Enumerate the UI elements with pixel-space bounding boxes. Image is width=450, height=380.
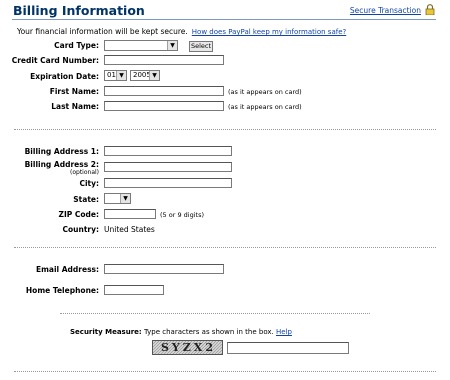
billing-address-1-label: Billing Address 1:	[24, 147, 99, 156]
first-name-label: First Name:	[49, 87, 99, 96]
state-label: State:	[73, 195, 99, 204]
home-telephone-input[interactable]	[104, 285, 164, 295]
lock-icon	[425, 4, 435, 15]
section-divider	[14, 129, 436, 130]
last-name-label: Last Name:	[51, 102, 99, 111]
last-name-input[interactable]	[104, 101, 224, 111]
zip-code-hint: (5 or 9 digits)	[160, 211, 204, 219]
card-number-input[interactable]	[104, 55, 224, 65]
zip-code-label: ZIP Code:	[58, 210, 99, 219]
security-info-link[interactable]: How does PayPal keep my information safe…	[192, 28, 346, 36]
country-value: United States	[104, 225, 155, 234]
section-divider	[14, 371, 436, 372]
city-input[interactable]	[104, 178, 232, 188]
header-divider	[12, 19, 436, 20]
first-name-hint: (as it appears on card)	[228, 88, 302, 96]
billing-address-1-input[interactable]	[104, 146, 232, 156]
country-label: Country:	[62, 225, 99, 234]
security-instructions: Type characters as shown in the box.	[143, 328, 274, 336]
city-label: City:	[79, 179, 99, 188]
section-divider	[14, 247, 436, 248]
card-type-label: Card Type:	[54, 41, 99, 50]
card-type-select[interactable]: ▼	[104, 40, 178, 51]
last-name-hint: (as it appears on card)	[228, 103, 302, 111]
home-telephone-label: Home Telephone:	[25, 286, 99, 295]
exp-month-select[interactable]: 01 ▼	[104, 70, 127, 81]
card-number-label: Credit Card Number:	[11, 56, 99, 65]
state-select[interactable]: ▼	[104, 193, 131, 204]
first-name-input[interactable]	[104, 86, 224, 96]
chevron-down-icon: ▼	[149, 71, 159, 80]
expiration-label: Expiration Date:	[30, 72, 99, 81]
optional-note: (optional)	[70, 169, 99, 176]
zip-code-input[interactable]	[104, 209, 156, 219]
section-divider	[60, 313, 370, 314]
exp-year-select[interactable]: 2005 ▼	[130, 70, 160, 81]
intro-text: Your financial information will be kept …	[17, 27, 346, 36]
secure-transaction-link[interactable]: Secure Transaction	[350, 6, 421, 15]
exp-month-value: 01	[107, 71, 116, 79]
billing-address-2-input[interactable]	[104, 162, 232, 172]
captcha-image: SYZX2	[152, 340, 223, 355]
email-input[interactable]	[104, 264, 224, 274]
captcha-input[interactable]	[227, 342, 349, 354]
chevron-down-icon: ▼	[167, 41, 177, 50]
email-label: Email Address:	[35, 265, 99, 274]
page-title: Billing Information	[13, 3, 145, 18]
intro-message: Your financial information will be kept …	[17, 27, 188, 36]
chevron-down-icon: ▼	[116, 71, 126, 80]
billing-address-2-label: Billing Address 2: (optional)	[25, 161, 99, 177]
security-help-link[interactable]: Help	[276, 328, 292, 336]
select-card-button[interactable]: Select	[189, 41, 213, 52]
chevron-down-icon: ▼	[120, 194, 130, 203]
security-measure-label: Security Measure:	[70, 328, 142, 336]
captcha-text: SYZX2	[160, 341, 216, 354]
security-row: Security Measure: Type characters as sho…	[70, 328, 292, 336]
billing-address-2-text: Billing Address 2:	[24, 160, 99, 169]
